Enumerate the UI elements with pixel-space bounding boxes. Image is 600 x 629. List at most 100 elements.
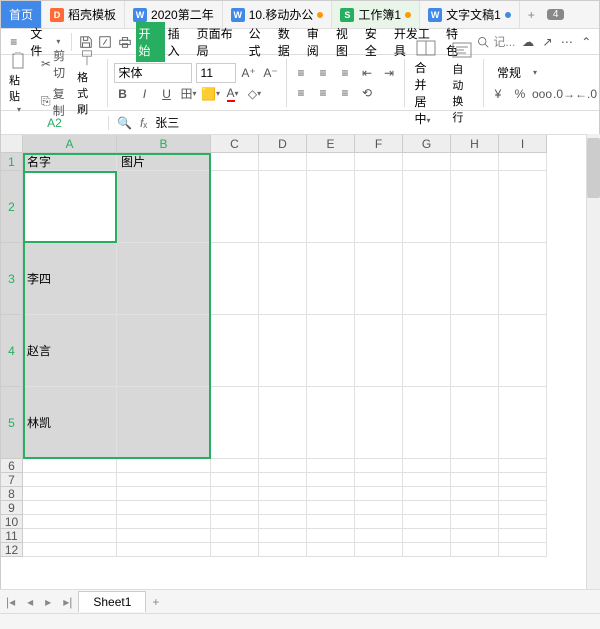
- cell[interactable]: [355, 171, 403, 243]
- cell[interactable]: [403, 153, 451, 171]
- search-icon[interactable]: [474, 33, 491, 51]
- collapse-icon[interactable]: ⌃: [578, 33, 595, 51]
- sheet-tab[interactable]: Sheet1: [78, 591, 146, 612]
- cell[interactable]: [259, 529, 307, 543]
- cell[interactable]: [451, 529, 499, 543]
- cell[interactable]: [499, 515, 547, 529]
- cell[interactable]: [117, 243, 211, 315]
- ribbon-review[interactable]: 审阅: [304, 22, 333, 62]
- name-box[interactable]: A2: [1, 116, 109, 130]
- row-header[interactable]: 10: [1, 515, 23, 529]
- cell[interactable]: 名字: [23, 153, 117, 171]
- cell[interactable]: [23, 501, 117, 515]
- cell[interactable]: [499, 387, 547, 459]
- cell[interactable]: [259, 473, 307, 487]
- cell[interactable]: [211, 459, 259, 473]
- cell[interactable]: [211, 501, 259, 515]
- col-header-A[interactable]: A: [23, 135, 117, 153]
- font-size-select[interactable]: [196, 63, 236, 83]
- cell[interactable]: [307, 543, 355, 557]
- menu-icon[interactable]: ≡: [5, 33, 22, 51]
- cell[interactable]: [403, 501, 451, 515]
- cell[interactable]: [499, 543, 547, 557]
- cell[interactable]: [355, 473, 403, 487]
- number-format-label[interactable]: 常规: [489, 62, 529, 83]
- cell[interactable]: [499, 529, 547, 543]
- percent-icon[interactable]: %: [511, 85, 529, 103]
- align-middle-icon[interactable]: ≡: [314, 64, 332, 82]
- cell[interactable]: [499, 315, 547, 387]
- cell[interactable]: [211, 171, 259, 243]
- fill-color-icon[interactable]: 🟨▾: [202, 85, 220, 103]
- more-icon[interactable]: ⋯: [558, 33, 575, 51]
- cell[interactable]: [117, 459, 211, 473]
- cell[interactable]: [211, 515, 259, 529]
- row-header[interactable]: 5: [1, 387, 23, 459]
- cell[interactable]: [307, 243, 355, 315]
- col-header-E[interactable]: E: [307, 135, 355, 153]
- align-bottom-icon[interactable]: ≡: [336, 64, 354, 82]
- decimal-dec-icon[interactable]: ←.0: [577, 85, 595, 103]
- cell[interactable]: [451, 543, 499, 557]
- sheet-prev-icon[interactable]: ◂: [21, 595, 39, 609]
- cell[interactable]: [211, 315, 259, 387]
- clear-icon[interactable]: ◇▾: [246, 85, 264, 103]
- ribbon-insert[interactable]: 插入: [165, 22, 194, 62]
- cell[interactable]: [307, 487, 355, 501]
- cell[interactable]: [307, 501, 355, 515]
- row-header[interactable]: 4: [1, 315, 23, 387]
- col-header-G[interactable]: G: [403, 135, 451, 153]
- cell[interactable]: [499, 501, 547, 515]
- decimal-inc-icon[interactable]: .0→: [555, 85, 573, 103]
- cells-area[interactable]: 名字图片张三李四赵言林凯: [23, 153, 547, 557]
- cell[interactable]: [355, 543, 403, 557]
- cell[interactable]: [259, 153, 307, 171]
- cell[interactable]: [211, 543, 259, 557]
- sheet-first-icon[interactable]: |◂: [0, 595, 21, 609]
- cell[interactable]: [451, 171, 499, 243]
- cell[interactable]: [307, 315, 355, 387]
- cell[interactable]: [259, 315, 307, 387]
- select-all-corner[interactable]: [1, 135, 23, 153]
- row-header[interactable]: 6: [1, 459, 23, 473]
- cell[interactable]: [307, 171, 355, 243]
- cell[interactable]: [259, 543, 307, 557]
- cell[interactable]: [451, 243, 499, 315]
- row-header[interactable]: 8: [1, 487, 23, 501]
- cell[interactable]: [307, 153, 355, 171]
- row-header[interactable]: 2: [1, 171, 23, 243]
- fx-icon[interactable]: fₓ: [140, 116, 147, 130]
- formula-input[interactable]: 张三: [155, 114, 179, 131]
- col-header-F[interactable]: F: [355, 135, 403, 153]
- align-center-icon[interactable]: ≡: [314, 84, 332, 102]
- cell[interactable]: [307, 529, 355, 543]
- cell[interactable]: [355, 315, 403, 387]
- cell[interactable]: [259, 171, 307, 243]
- cell[interactable]: [117, 473, 211, 487]
- italic-icon[interactable]: I: [136, 85, 154, 103]
- ribbon-layout[interactable]: 页面布局: [194, 22, 246, 62]
- cut-button[interactable]: ✂剪切: [39, 46, 67, 82]
- tab-add-button[interactable]: +: [520, 8, 543, 22]
- cell[interactable]: [117, 529, 211, 543]
- ribbon-formula[interactable]: 公式: [246, 22, 275, 62]
- cell[interactable]: [499, 171, 547, 243]
- cell[interactable]: [259, 243, 307, 315]
- cell[interactable]: [403, 171, 451, 243]
- cell[interactable]: [355, 153, 403, 171]
- align-top-icon[interactable]: ≡: [292, 64, 310, 82]
- row-header[interactable]: 1: [1, 153, 23, 171]
- cell[interactable]: [259, 487, 307, 501]
- font-select[interactable]: [114, 63, 192, 83]
- cell[interactable]: [499, 473, 547, 487]
- cell[interactable]: [23, 529, 117, 543]
- cell[interactable]: [403, 315, 451, 387]
- wrap-button[interactable]: 自动换行: [448, 38, 476, 127]
- row-header[interactable]: 11: [1, 529, 23, 543]
- cell[interactable]: [499, 153, 547, 171]
- cell[interactable]: [211, 473, 259, 487]
- cell[interactable]: [117, 387, 211, 459]
- cell[interactable]: 李四: [23, 243, 117, 315]
- cell[interactable]: [403, 459, 451, 473]
- cell[interactable]: [259, 515, 307, 529]
